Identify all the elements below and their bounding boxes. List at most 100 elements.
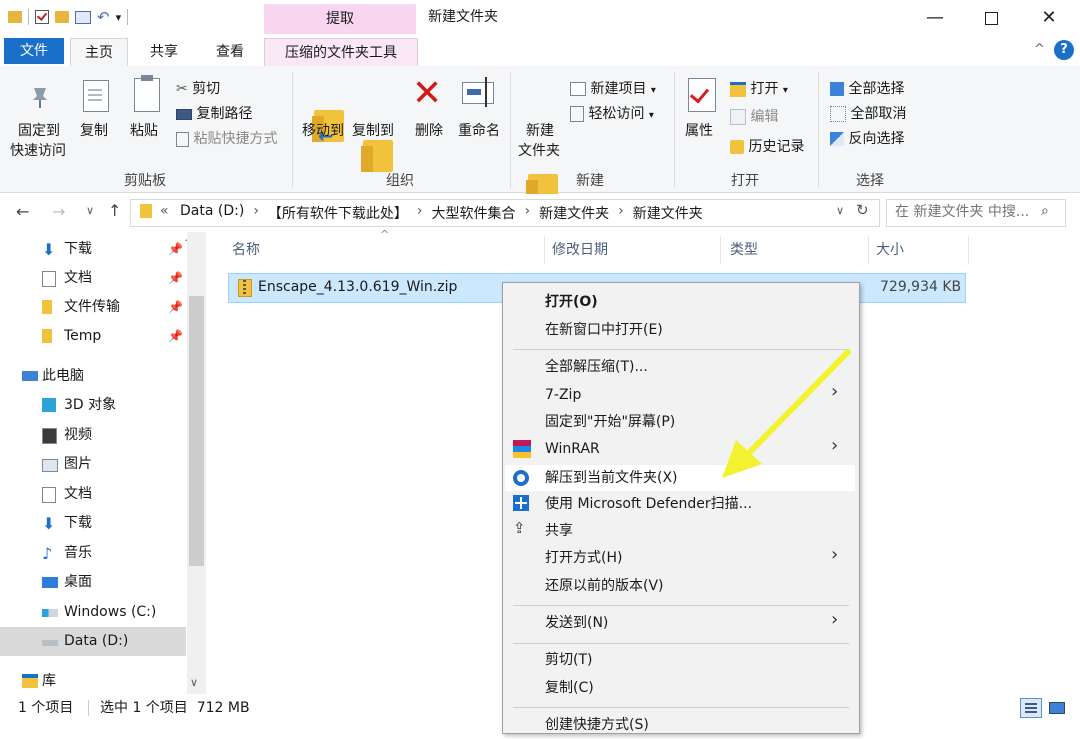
pin-icon[interactable]: 📌 (168, 264, 183, 293)
nav-item-documents[interactable]: 文档 📌 (0, 264, 186, 293)
forward-button[interactable]: → (52, 202, 65, 221)
tab-home[interactable]: 主页 (70, 38, 128, 67)
close-button[interactable]: ✕ (1020, 0, 1078, 36)
paste-shortcut-button[interactable]: 粘贴快捷方式 (176, 128, 277, 148)
breadcrumb-item[interactable]: 大型软件集合 (432, 203, 516, 223)
details-view-button[interactable] (1020, 698, 1042, 718)
maximize-button[interactable] (962, 0, 1020, 36)
invert-selection-button[interactable]: 反向选择 (830, 128, 904, 148)
menu-item-defender-scan[interactable]: 使用 Microsoft Defender扫描... (545, 490, 752, 518)
nav-item-this-pc[interactable]: 此电脑 (0, 362, 186, 391)
search-box[interactable]: ⌕ (886, 199, 1066, 227)
nav-item-file-transfer[interactable]: 文件传输 📌 (0, 293, 186, 322)
menu-item-cut[interactable]: 剪切(T) (545, 646, 592, 674)
nav-item-drive-d[interactable]: Data (D:) (0, 627, 186, 656)
tab-compressed-folder-tools[interactable]: 压缩的文件夹工具 (264, 38, 418, 67)
menu-item-restore-versions[interactable]: 还原以前的版本(V) (545, 572, 664, 600)
nav-item-drive-c[interactable]: Windows (C:) (0, 598, 186, 627)
nav-item-downloads[interactable]: ⬇ 下载 📌 (0, 235, 186, 264)
collapse-ribbon-icon[interactable]: ^ (1034, 42, 1045, 57)
copy-to-button[interactable]: 复制到 (352, 120, 394, 140)
new-folder-icon[interactable] (55, 11, 69, 23)
delete-button[interactable]: 删除 (415, 120, 443, 140)
breadcrumb-chevron-icon[interactable]: › (609, 203, 633, 223)
search-input[interactable] (887, 200, 1053, 224)
menu-item-send-to[interactable]: 发送到(N) (545, 609, 608, 637)
pin-icon[interactable]: 📌 (168, 235, 183, 264)
nav-item-libraries[interactable]: 库 (0, 667, 186, 696)
minimize-button[interactable]: — (906, 0, 964, 36)
select-all-button[interactable]: 全部选择 (830, 78, 904, 98)
breadcrumb-chevron-icon[interactable]: › (408, 203, 432, 223)
up-button[interactable]: ↑ (108, 201, 121, 220)
breadcrumb-item[interactable]: 新建文件夹 (539, 203, 609, 223)
breadcrumb-chevron-icon[interactable]: › (516, 203, 540, 223)
column-header-name[interactable]: 名称 (232, 232, 260, 268)
pin-icon[interactable]: 📌 (168, 322, 183, 351)
easy-access-button[interactable]: 轻松访问 ▾ (570, 103, 654, 123)
download-icon: ⬇ (42, 240, 56, 259)
scroll-down-icon[interactable]: ∨ (190, 676, 198, 689)
nav-item-documents-pc[interactable]: 文档 (0, 480, 186, 509)
help-icon[interactable]: ? (1054, 40, 1074, 60)
nav-item-pictures[interactable]: 图片 (0, 450, 186, 479)
breadcrumb-chevron-icon[interactable]: › (244, 203, 268, 223)
breadcrumb-item[interactable]: 新建文件夹 (633, 203, 703, 223)
edit-button[interactable]: 编辑 (730, 106, 778, 126)
menu-item-share[interactable]: 共享 (545, 517, 573, 545)
select-none-button[interactable]: 全部取消 (830, 103, 906, 123)
menu-item-extract-all[interactable]: 全部解压缩(T)... (545, 353, 648, 381)
menu-item-7zip[interactable]: 7-Zip (545, 381, 581, 409)
menu-item-copy[interactable]: 复制(C) (545, 674, 594, 702)
breadcrumb-item[interactable]: Data (D:) (180, 203, 244, 223)
column-header-type[interactable]: 类型 (730, 232, 758, 268)
nav-item-music[interactable]: ♪ 音乐 (0, 539, 186, 568)
pin-quick-access-button[interactable]: 固定到 快速访问 (10, 120, 66, 160)
move-to-button[interactable]: 移动到 (302, 120, 344, 140)
refresh-button[interactable]: ↻ (856, 201, 869, 219)
new-item-button[interactable]: 新建项目 ▾ (570, 78, 656, 98)
menu-item-winrar[interactable]: WinRAR (545, 435, 600, 463)
address-dropdown-icon[interactable]: ∨ (836, 204, 844, 217)
nav-item-downloads-pc[interactable]: ⬇ 下载 (0, 509, 186, 538)
breadcrumb: Data (D:) › 【所有软件下载此处】 › 大型软件集合 › 新建文件夹 … (180, 203, 703, 223)
menu-item-open-new-window[interactable]: 在新窗口中打开(E) (545, 316, 663, 344)
menu-item-extract-here[interactable]: 解压到当前文件夹(X) (545, 464, 678, 492)
column-header-size[interactable]: 大小 (876, 232, 904, 268)
open-button[interactable]: 打开 ▾ (730, 78, 788, 98)
breadcrumb-overflow[interactable]: « (160, 203, 169, 219)
library-icon (22, 674, 38, 688)
menu-item-create-shortcut[interactable]: 创建快捷方式(S) (545, 711, 649, 739)
menu-item-pin-start[interactable]: 固定到"开始"屏幕(P) (545, 408, 675, 436)
properties-check-icon[interactable] (35, 10, 49, 24)
copy-path-button[interactable]: 复制路径 (176, 103, 252, 123)
breadcrumb-item[interactable]: 【所有软件下载此处】 (268, 203, 408, 223)
rename-button[interactable]: 重命名 (458, 120, 500, 140)
new-folder-button[interactable]: 新建 文件夹 (518, 120, 560, 160)
view-icon[interactable] (75, 10, 91, 24)
back-button[interactable]: ← (16, 202, 29, 221)
tab-file[interactable]: 文件 (4, 38, 64, 64)
menu-item-open-with[interactable]: 打开方式(H) (545, 544, 622, 572)
qat-dropdown-icon[interactable]: ▾ (116, 11, 122, 24)
nav-item-videos[interactable]: 视频 (0, 421, 186, 450)
tab-view[interactable]: 查看 (202, 38, 258, 66)
file-name[interactable]: Enscape_4.13.0.619_Win.zip (258, 279, 457, 295)
copy-button[interactable]: 复制 (80, 120, 108, 140)
menu-item-open[interactable]: 打开(O) (545, 288, 598, 316)
nav-scroll-thumb[interactable] (189, 296, 204, 566)
nav-item-desktop[interactable]: 桌面 (0, 568, 186, 597)
column-header-modified[interactable]: 修改日期 (552, 232, 608, 268)
nav-item-3d-objects[interactable]: 3D 对象 (0, 391, 186, 420)
nav-item-temp[interactable]: Temp 📌 (0, 322, 186, 351)
cut-button[interactable]: ✂ 剪切 (176, 78, 220, 98)
recent-locations-button[interactable]: ∨ (86, 204, 94, 217)
undo-icon[interactable]: ↶ (97, 8, 110, 26)
properties-button[interactable]: 属性 (685, 120, 713, 140)
paste-button[interactable]: 粘贴 (130, 120, 158, 140)
large-icons-view-button[interactable] (1046, 698, 1066, 716)
history-button[interactable]: 历史记录 (730, 136, 804, 156)
search-icon[interactable]: ⌕ (1041, 203, 1049, 219)
pin-icon[interactable]: 📌 (168, 293, 183, 322)
tab-share[interactable]: 共享 (136, 38, 192, 66)
